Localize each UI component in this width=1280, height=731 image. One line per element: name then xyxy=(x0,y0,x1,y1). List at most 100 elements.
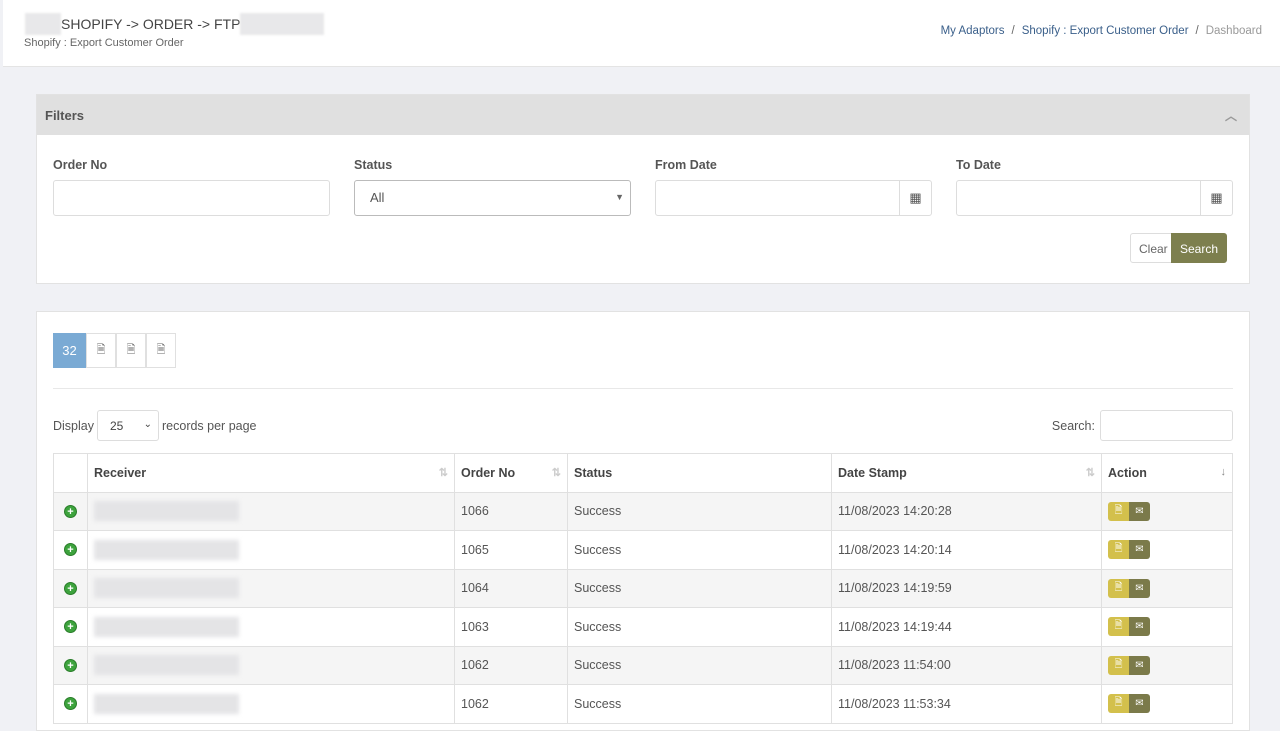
status-cell: Success xyxy=(567,645,832,685)
file-export-icon[interactable]: 🗎 xyxy=(146,333,176,368)
column-receiver[interactable]: Receiver ⇅ xyxy=(87,453,455,493)
title-text: SHOPIFY -> ORDER -> FTP xyxy=(61,16,241,32)
receiver-cell xyxy=(87,684,455,724)
filters-header[interactable]: Filters ︿ xyxy=(37,95,1249,135)
redacted-receiver xyxy=(94,616,239,637)
order-no-cell: 1063 xyxy=(454,607,568,647)
envelope-icon[interactable]: ✉ xyxy=(1129,655,1150,675)
redacted-receiver xyxy=(94,501,239,522)
page-length-value: 25 xyxy=(110,419,124,433)
redacted-receiver xyxy=(94,655,239,676)
from-date-input[interactable]: ▦ xyxy=(655,180,932,216)
envelope-icon[interactable]: ✉ xyxy=(1129,617,1150,637)
chevron-up-icon[interactable]: ︿ xyxy=(1225,107,1237,124)
envelope-icon[interactable]: ✉ xyxy=(1129,501,1150,521)
column-date-stamp[interactable]: Date Stamp ⇅ xyxy=(831,453,1102,493)
from-date-label: From Date xyxy=(655,158,717,172)
excel-file-icon[interactable]: 🗎 xyxy=(1108,617,1129,637)
status-cell: Success xyxy=(567,607,832,647)
excel-file-icon[interactable]: 🗎 xyxy=(1108,694,1129,714)
expand-plus-icon[interactable]: + xyxy=(64,581,77,595)
date-stamp-cell: 11/08/2023 14:20:14 xyxy=(831,530,1102,570)
envelope-icon[interactable]: ✉ xyxy=(1129,694,1150,714)
status-select[interactable]: All ▼ xyxy=(354,180,631,216)
filters-title: Filters xyxy=(45,108,85,123)
order-no-cell: 1064 xyxy=(454,568,568,608)
table-row: + 1062 Success 11/08/2023 11:54:00 🗎 ✉ xyxy=(53,645,1233,685)
receiver-cell xyxy=(87,568,455,608)
table-row: + 1064 Success 11/08/2023 14:19:59 🗎 ✉ xyxy=(53,568,1233,608)
status-cell: Success xyxy=(567,530,832,570)
expand-plus-icon[interactable]: + xyxy=(64,543,77,557)
status-cell: Success xyxy=(567,491,832,531)
calendar-icon[interactable]: ▦ xyxy=(1200,181,1232,215)
sort-icon: ⇅ xyxy=(438,467,448,479)
redacted-receiver xyxy=(94,693,239,714)
search-button[interactable]: Search xyxy=(1171,233,1228,263)
receiver-cell xyxy=(87,530,455,570)
table-search-input[interactable] xyxy=(1100,410,1233,441)
status-cell: Success xyxy=(567,568,832,608)
column-label: Order No xyxy=(461,465,516,480)
breadcrumb-current: Dashboard xyxy=(1205,25,1262,37)
sort-icon: ⇅ xyxy=(551,467,561,479)
date-stamp-cell: 11/08/2023 11:54:00 xyxy=(831,645,1102,685)
order-no-cell: 1065 xyxy=(454,530,568,570)
action-cell: 🗎 ✉ xyxy=(1101,645,1233,685)
expand-cell: + xyxy=(53,645,88,685)
expand-plus-icon[interactable]: + xyxy=(64,697,77,711)
excel-file-icon[interactable]: 🗎 xyxy=(1108,540,1129,560)
page-header: SHOPIFY -> ORDER -> FTP Shopify : Export… xyxy=(3,0,1280,67)
breadcrumb-my-adaptors[interactable]: My Adaptors xyxy=(941,25,1005,37)
breadcrumb-adaptor[interactable]: Shopify : Export Customer Order xyxy=(1022,25,1189,37)
expand-plus-icon[interactable]: + xyxy=(64,504,77,518)
column-status[interactable]: Status xyxy=(567,453,832,493)
search-label: Search: xyxy=(1051,418,1095,433)
column-label: Date Stamp xyxy=(838,465,907,480)
date-stamp-cell: 11/08/2023 14:19:44 xyxy=(831,607,1102,647)
from-date-field: From Date ▦ xyxy=(655,158,932,216)
action-cell: 🗎 ✉ xyxy=(1101,684,1233,724)
action-cell: 🗎 ✉ xyxy=(1101,568,1233,608)
record-count-badge: 32 xyxy=(53,333,86,368)
action-cell: 🗎 ✉ xyxy=(1101,607,1233,647)
column-action[interactable]: Action ↓ xyxy=(1101,453,1233,493)
sort-icon: ⇅ xyxy=(1085,467,1095,479)
table-row: + 1066 Success 11/08/2023 14:20:28 🗎 ✉ xyxy=(53,491,1233,531)
receiver-cell xyxy=(87,607,455,647)
caret-down-icon: ▼ xyxy=(615,192,624,202)
envelope-icon[interactable]: ✉ xyxy=(1129,540,1150,560)
excel-file-icon[interactable]: 🗎 xyxy=(1108,655,1129,675)
excel-file-icon[interactable]: 🗎 xyxy=(1108,501,1129,521)
status-cell: Success xyxy=(567,684,832,724)
envelope-icon[interactable]: ✉ xyxy=(1129,578,1150,598)
calendar-icon[interactable]: ▦ xyxy=(899,181,931,215)
records-label: records per page xyxy=(162,418,257,433)
clear-button[interactable]: Clear xyxy=(1130,233,1177,263)
excel-file-icon[interactable]: 🗎 xyxy=(1108,578,1129,598)
to-date-input[interactable]: ▦ xyxy=(956,180,1233,216)
expand-column xyxy=(53,453,88,493)
expand-cell: + xyxy=(53,568,88,608)
expand-cell: + xyxy=(53,607,88,647)
xml-export-icon[interactable]: 🗎 xyxy=(116,333,146,368)
order-no-field: Order No xyxy=(53,158,330,216)
page-length-select[interactable]: 25 ⌄ xyxy=(97,410,159,441)
expand-cell: + xyxy=(53,530,88,570)
redacted-receiver xyxy=(94,578,239,599)
sort-desc-icon: ↓ xyxy=(1220,466,1227,478)
to-date-label: To Date xyxy=(956,158,1001,172)
column-order-no[interactable]: Order No ⇅ xyxy=(454,453,568,493)
date-stamp-cell: 11/08/2023 14:19:59 xyxy=(831,568,1102,608)
orders-table: Receiver ⇅ Order No ⇅ Status Date Stamp ⇅ A… xyxy=(53,453,1233,724)
order-no-input[interactable] xyxy=(53,180,330,216)
status-label: Status xyxy=(354,158,393,172)
excel-export-icon[interactable]: 🗎 xyxy=(86,333,116,368)
expand-plus-icon[interactable]: + xyxy=(64,658,77,672)
column-label: Status xyxy=(574,465,613,480)
order-no-cell: 1066 xyxy=(454,491,568,531)
table-row: + 1062 Success 11/08/2023 11:53:34 🗎 ✉ xyxy=(53,684,1233,724)
to-date-field: To Date ▦ xyxy=(956,158,1233,216)
expand-plus-icon[interactable]: + xyxy=(64,620,77,634)
page-length-control: Display 25 ⌄ records per page xyxy=(53,410,257,441)
